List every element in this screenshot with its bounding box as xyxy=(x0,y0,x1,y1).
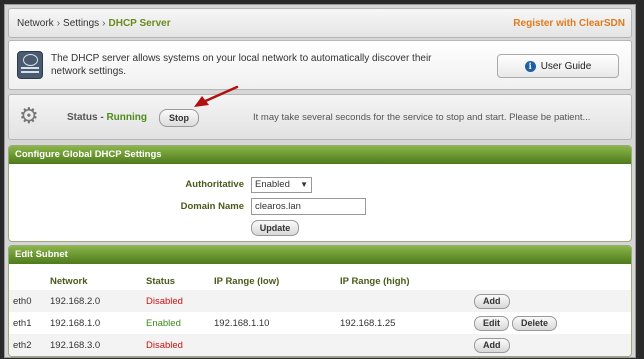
status-value: Running xyxy=(106,112,147,123)
register-link[interactable]: Register with ClearSDN xyxy=(513,18,625,29)
status-cell: Disabled xyxy=(145,290,213,312)
app-frame: Network › Settings › DHCP Server Register wi… xyxy=(4,4,636,358)
network-cell: 192.168.3.0 xyxy=(49,334,145,356)
delete-button[interactable]: Delete xyxy=(512,315,558,331)
stop-button[interactable]: Stop xyxy=(159,109,199,127)
authoritative-value: Enabled xyxy=(255,179,290,190)
status-message: It may take several seconds for the serv… xyxy=(253,112,591,123)
ip-low-cell xyxy=(213,290,339,312)
interface-cell: eth1 xyxy=(13,317,32,329)
column-header-interface xyxy=(9,272,49,290)
status-label: Status - Running xyxy=(67,112,147,123)
status-box: ⚙ Status - Running Stop It may take seve… xyxy=(8,94,632,140)
domain-name-label: Domain Name xyxy=(180,201,244,212)
network-cell: 192.168.1.0 xyxy=(50,317,101,329)
column-header-actions xyxy=(473,272,631,290)
interface-cell: eth0 xyxy=(9,290,49,312)
server-globe-icon xyxy=(17,51,43,79)
update-button[interactable]: Update xyxy=(251,220,299,236)
status-text: Status xyxy=(67,112,98,123)
user-guide-label: User Guide xyxy=(540,60,592,72)
add-button[interactable]: Add xyxy=(474,293,510,309)
breadcrumb-bar: Network › Settings › DHCP Server Register wi… xyxy=(8,8,632,38)
table-header-row: Network Status IP Range (low) IP Range (… xyxy=(9,272,631,290)
subnet-table: Network Status IP Range (low) IP Range (… xyxy=(9,272,631,356)
breadcrumb-current: DHCP Server xyxy=(108,18,171,29)
add-button[interactable]: Add xyxy=(474,337,510,353)
info-icon: i xyxy=(524,60,536,72)
gear-icon: ⚙ xyxy=(19,103,39,128)
network-cell: 192.168.2.0 xyxy=(49,290,145,312)
status-cell: Enabled xyxy=(146,317,181,329)
edit-button[interactable]: Edit xyxy=(474,315,509,331)
interface-cell: eth2 xyxy=(9,334,49,356)
breadcrumb-item-settings[interactable]: Settings xyxy=(63,18,99,29)
chevron-down-icon: ▼ xyxy=(300,180,308,189)
table-row: eth1 192.168.1.0 Enabled 192.168.1.10 19… xyxy=(9,312,631,334)
ip-high-cell: 192.168.1.25 xyxy=(340,317,396,329)
annotation-arrow-icon xyxy=(194,85,239,107)
ip-low-cell: 192.168.1.10 xyxy=(214,317,270,329)
user-guide-button[interactable]: i User Guide xyxy=(497,54,619,78)
ip-low-cell xyxy=(213,334,339,356)
domain-name-field[interactable]: clearos.lan xyxy=(251,198,366,215)
actions-cell: Add xyxy=(473,334,631,356)
ip-high-cell xyxy=(339,290,473,312)
column-header-network: Network xyxy=(50,275,88,287)
table-row: eth0 192.168.2.0 Disabled Add xyxy=(9,290,631,312)
authoritative-select[interactable]: Enabled ▼ xyxy=(251,177,312,193)
actions-cell: Add xyxy=(473,290,631,312)
breadcrumb-separator: › xyxy=(56,18,61,29)
column-header-ip-low: IP Range (low) xyxy=(214,275,280,287)
authoritative-label: Authoritative xyxy=(185,179,244,190)
breadcrumb-separator: › xyxy=(102,18,106,29)
global-settings-panel: Configure Global DHCP Settings Authorita… xyxy=(8,145,632,242)
breadcrumb-item-network[interactable]: Network xyxy=(17,18,54,29)
breadcrumb: Network › Settings › DHCP Server xyxy=(17,18,171,29)
ip-high-cell xyxy=(339,334,473,356)
actions-cell: Edit Delete xyxy=(473,312,631,334)
info-box: The DHCP server allows systems on your l… xyxy=(8,40,632,90)
edit-subnet-panel: Edit Subnet Network Status IP Range (low… xyxy=(8,245,632,357)
info-text: The DHCP server allows systems on your l… xyxy=(51,53,432,77)
global-settings-title: Configure Global DHCP Settings xyxy=(9,146,631,164)
column-header-ip-high: IP Range (high) xyxy=(340,275,410,287)
status-cell: Disabled xyxy=(145,334,213,356)
column-header-status: Status xyxy=(146,275,176,287)
edit-subnet-title: Edit Subnet xyxy=(9,246,631,264)
table-row: eth2 192.168.3.0 Disabled Add xyxy=(9,334,631,356)
